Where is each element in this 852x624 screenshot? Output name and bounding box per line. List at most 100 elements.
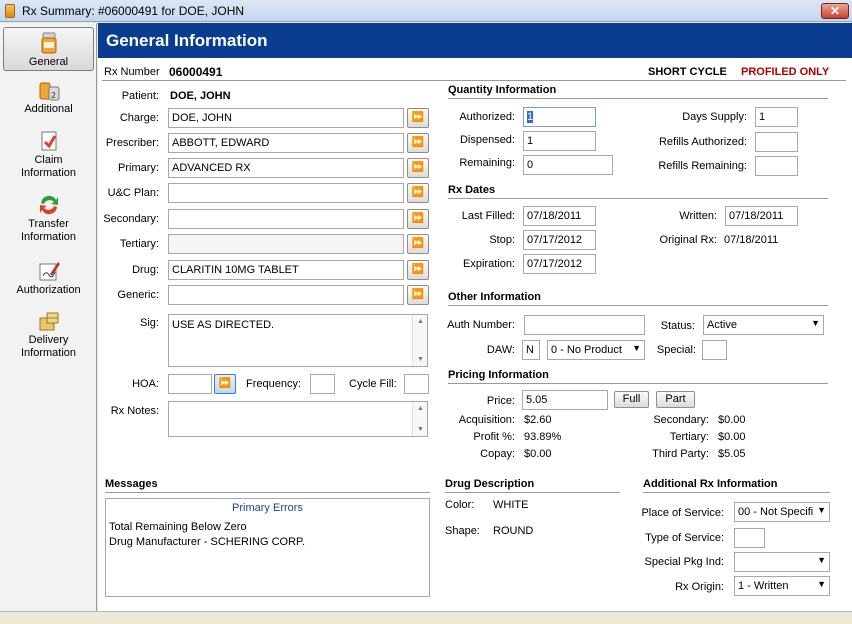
generic-field[interactable] bbox=[168, 285, 404, 305]
primary-lookup-button[interactable]: ⏩ bbox=[407, 158, 429, 178]
sidebar-item-additional[interactable]: 2 Additional bbox=[3, 79, 94, 119]
chevron-down-icon: ▼ bbox=[817, 579, 826, 589]
written-field[interactable]: 07/18/2011 bbox=[725, 206, 798, 226]
close-button[interactable]: ✕ bbox=[821, 3, 849, 19]
uc-plan-lookup-button[interactable]: ⏩ bbox=[407, 183, 429, 203]
drug-lookup-button[interactable]: ⏩ bbox=[407, 260, 429, 280]
tertiary-field[interactable] bbox=[168, 234, 404, 254]
charge-field[interactable]: DOE, JOHN bbox=[168, 108, 404, 128]
rx-origin-value: 1 - Written bbox=[738, 580, 789, 592]
cycle-fill-field[interactable] bbox=[404, 374, 429, 394]
type-of-service-field[interactable] bbox=[734, 528, 765, 548]
secondary-field[interactable] bbox=[168, 209, 404, 229]
tertiary-label: Tertiary: bbox=[119, 238, 159, 250]
frequency-field[interactable] bbox=[310, 374, 335, 394]
price-field[interactable]: 5.05 bbox=[522, 390, 608, 410]
part-price-button[interactable]: Part bbox=[656, 391, 695, 408]
profit-value: 93.89% bbox=[524, 431, 562, 443]
charge-lookup-button[interactable]: ⏩ bbox=[407, 108, 429, 128]
stop-field[interactable]: 07/17/2012 bbox=[523, 230, 596, 250]
hoa-lookup-button[interactable]: ⏩ bbox=[214, 374, 236, 394]
prescriber-label: Prescriber: bbox=[105, 137, 159, 149]
generic-lookup-button[interactable]: ⏩ bbox=[407, 285, 429, 305]
auth-number-field[interactable] bbox=[524, 315, 645, 335]
last-filled-field[interactable]: 07/18/2011 bbox=[523, 206, 596, 226]
place-of-service-label: Place of Service: bbox=[641, 507, 724, 519]
days-supply-field[interactable]: 1 bbox=[755, 107, 798, 127]
acquisition-label: Acquisition: bbox=[458, 414, 515, 426]
days-supply-label: Days Supply: bbox=[682, 111, 747, 123]
rx-notes-textarea[interactable]: ▲ ▼ bbox=[168, 401, 428, 437]
status-dropdown[interactable]: Active ▼ bbox=[703, 315, 824, 335]
sidebar-item-delivery[interactable]: Delivery Information bbox=[3, 310, 94, 362]
window-titlebar: Rx Summary: #06000491 for DOE, JOHN ✕ bbox=[0, 0, 852, 22]
chevron-down-icon: ▼ bbox=[817, 505, 826, 515]
sidebar: General 2 Additional Claim Information T… bbox=[0, 23, 97, 611]
scroll-up-icon: ▲ bbox=[417, 318, 424, 325]
sidebar-item-transfer[interactable]: Transfer Information bbox=[3, 194, 94, 246]
sidebar-item-claim[interactable]: Claim Information bbox=[3, 130, 94, 182]
short-cycle-flag: SHORT CYCLE bbox=[648, 66, 727, 78]
sidebar-item-label: Transfer Information bbox=[20, 218, 77, 243]
remaining-field[interactable]: 0 bbox=[523, 155, 613, 175]
app-pill-icon bbox=[5, 4, 15, 18]
secondary-lookup-button[interactable]: ⏩ bbox=[407, 209, 429, 229]
quantity-section-title: Quantity Information bbox=[448, 84, 828, 99]
primary-field[interactable]: ADVANCED RX bbox=[168, 158, 404, 178]
full-price-button[interactable]: Full bbox=[614, 391, 649, 408]
messages-header: Primary Errors bbox=[232, 502, 303, 514]
special-pkg-dropdown[interactable]: ▼ bbox=[734, 552, 830, 572]
daw-code-field[interactable]: N bbox=[522, 340, 540, 360]
rx-origin-dropdown[interactable]: 1 - Written ▼ bbox=[734, 576, 830, 596]
other-info-section-title: Other Information bbox=[448, 291, 828, 306]
sig-label: Sig: bbox=[140, 317, 159, 329]
signature-pen-icon bbox=[38, 260, 60, 282]
fast-forward-icon: ⏩ bbox=[411, 137, 425, 148]
hoa-field[interactable] bbox=[168, 374, 212, 394]
special-field[interactable] bbox=[702, 340, 727, 360]
tertiary-lookup-button[interactable]: ⏩ bbox=[407, 234, 429, 254]
copay-value: $0.00 bbox=[524, 448, 552, 460]
scroll-down-icon: ▼ bbox=[417, 426, 424, 433]
expiration-field[interactable]: 07/17/2012 bbox=[523, 254, 596, 274]
drug-field[interactable]: CLARITIN 10MG TABLET bbox=[168, 260, 404, 280]
refills-authorized-field[interactable] bbox=[755, 132, 798, 152]
uc-plan-field[interactable] bbox=[168, 183, 404, 203]
dispensed-field[interactable]: 1 bbox=[523, 131, 596, 151]
sig-text: USE AS DIRECTED. bbox=[172, 319, 275, 331]
status-label: Status: bbox=[660, 320, 695, 332]
status-value: Active bbox=[707, 319, 737, 331]
fast-forward-icon: ⏩ bbox=[411, 112, 425, 123]
rx-notes-label: Rx Notes: bbox=[110, 405, 159, 417]
chevron-down-icon: ▼ bbox=[632, 343, 641, 353]
delivery-package-icon bbox=[38, 310, 60, 332]
sig-textarea[interactable]: USE AS DIRECTED. ▲ ▼ bbox=[168, 314, 428, 367]
messages-section-title: Messages bbox=[105, 478, 430, 493]
fast-forward-icon: ⏩ bbox=[411, 238, 425, 249]
expiration-label: Expiration: bbox=[463, 258, 515, 270]
sidebar-item-general[interactable]: General bbox=[3, 27, 94, 71]
authorized-field[interactable]: 1 bbox=[523, 107, 596, 127]
refills-remaining-label: Refills Remaining: bbox=[658, 160, 747, 172]
prescriber-lookup-button[interactable]: ⏩ bbox=[407, 133, 429, 153]
fast-forward-icon: ⏩ bbox=[411, 213, 425, 224]
sidebar-item-label: General bbox=[28, 56, 69, 68]
last-filled-label: Last Filled: bbox=[461, 210, 515, 222]
pricing-tertiary-value: $0.00 bbox=[718, 431, 746, 443]
rx-notes-scrollbar[interactable]: ▲ ▼ bbox=[412, 402, 427, 436]
prescriber-field[interactable]: ABBOTT, EDWARD bbox=[168, 133, 404, 153]
special-label: Special: bbox=[656, 344, 696, 356]
refills-remaining-field[interactable] bbox=[755, 156, 798, 176]
special-pkg-label: Special Pkg Ind: bbox=[644, 556, 725, 568]
window-title: Rx Summary: #06000491 for DOE, JOHN bbox=[22, 4, 245, 18]
charge-label: Charge: bbox=[119, 112, 159, 124]
pill-bottle-icon bbox=[38, 32, 60, 54]
price-label: Price: bbox=[486, 395, 515, 407]
daw-dropdown[interactable]: 0 - No Product ▼ bbox=[547, 340, 645, 360]
place-of-service-dropdown[interactable]: 00 - Not Specifi ▼ bbox=[734, 502, 830, 522]
sidebar-item-label: Claim Information bbox=[20, 154, 77, 179]
sidebar-item-authorization[interactable]: Authorization bbox=[3, 260, 94, 300]
cycle-fill-label: Cycle Fill: bbox=[349, 378, 397, 390]
sig-scrollbar[interactable]: ▲ ▼ bbox=[412, 315, 427, 366]
svg-text:2: 2 bbox=[51, 91, 56, 100]
